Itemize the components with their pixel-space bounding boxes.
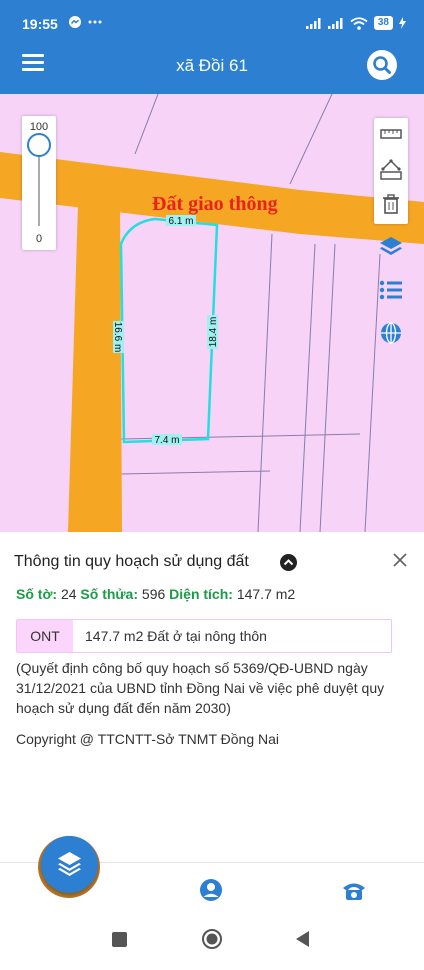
parcel-label: Số thửa: (80, 586, 139, 602)
parcel-dimension-bottom: 7.4 m (154, 435, 179, 446)
parcel-value: 596 (141, 586, 166, 602)
road-label: Đất giao thông (152, 193, 278, 215)
layers-icon[interactable] (378, 234, 404, 260)
search-button[interactable] (367, 50, 397, 80)
status-time: 19:55 (22, 16, 58, 32)
phone-icon[interactable] (340, 877, 366, 903)
signal-icon (305, 18, 321, 29)
zoom-max-label: 100 (29, 121, 49, 133)
land-info-panel: Thông tin quy hoạch sử dụng đất Số tờ: 2… (0, 532, 424, 862)
signal-icon (327, 18, 343, 29)
sheet-value: 24 (60, 586, 77, 602)
trash-icon[interactable] (379, 192, 403, 216)
sheet-label: Số tờ: (16, 586, 58, 602)
layers-icon (58, 852, 81, 876)
close-icon[interactable] (391, 551, 409, 569)
measure-toolbar (374, 118, 408, 224)
wifi-icon (350, 16, 368, 30)
status-bar: 19:55 38 (0, 0, 424, 40)
measure-area-icon[interactable] (379, 158, 403, 182)
status-indicators: 38 (305, 16, 406, 30)
search-icon (373, 56, 391, 74)
collapse-chevron-icon[interactable] (280, 554, 297, 571)
list-icon[interactable] (378, 277, 404, 303)
charging-icon (399, 17, 406, 29)
parcel-meta: Số tờ: 24 Số thửa: 596 Diện tích: 147.7 … (16, 586, 295, 602)
account-icon[interactable] (198, 877, 224, 903)
zoom-handle[interactable] (27, 133, 51, 157)
zoom-min-label: 0 (35, 233, 43, 245)
back-icon[interactable] (296, 931, 309, 947)
system-nav-bar (0, 918, 424, 965)
parcel-dimension-top: 6.1 m (168, 216, 193, 227)
layers-fab-button[interactable] (41, 836, 98, 893)
recents-icon[interactable] (112, 932, 127, 947)
road-area (68, 204, 122, 532)
map-view[interactable]: 6.1 m 16.6 m 18.4 m 7.4 m Đất giao thông (0, 94, 424, 532)
area-value: 147.7 m2 (236, 586, 296, 602)
zone-code: ONT (17, 620, 73, 652)
zone-row: ONT 147.7 m2 Đất ở tại nông thôn (16, 619, 392, 653)
measure-distance-icon[interactable] (379, 122, 403, 146)
page-title: xã Đồi 61 (176, 56, 248, 75)
parcel-outline (119, 217, 219, 444)
parcel-dimension-right: 18.4 m (208, 317, 219, 348)
messenger-icon (68, 15, 112, 32)
map-canvas[interactable]: 6.1 m 16.6 m 18.4 m 7.4 m Đất giao thông (0, 94, 424, 532)
home-icon[interactable] (202, 929, 222, 949)
globe-icon[interactable] (378, 320, 404, 346)
zoom-slider[interactable]: 100 0 (22, 116, 56, 250)
decision-note: (Quyết định công bố quy hoạch số 5369/QĐ… (16, 660, 385, 716)
copyright-text: Copyright @ TTCNTT-Sở TNMT Đồng Nai (16, 731, 280, 747)
area-label: Diện tích: (169, 586, 233, 602)
battery-icon: 38 (373, 16, 393, 30)
panel-title: Thông tin quy hoạch sử dụng đất (14, 553, 249, 570)
zone-description: 147.7 m2 Đất ở tại nông thôn (85, 628, 267, 644)
parcel-dimension-left: 16.6 m (112, 322, 123, 353)
app-bar: xã Đồi 61 (0, 40, 424, 94)
